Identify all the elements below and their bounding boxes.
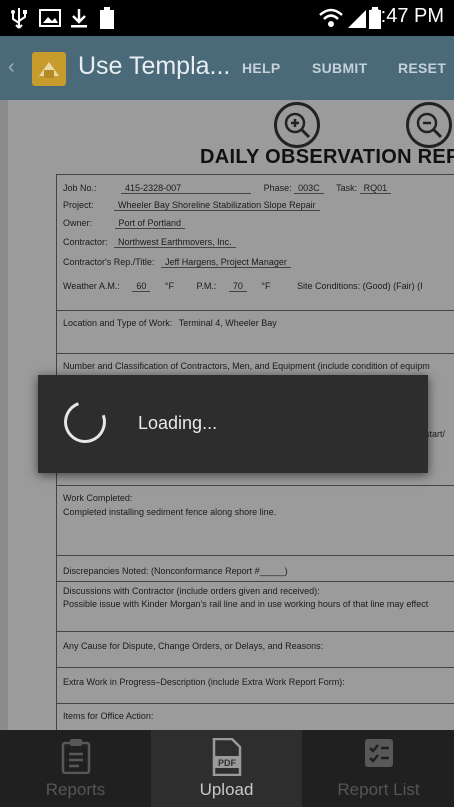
- discrepancies-label: Discrepancies Noted: (Nonconformance Rep…: [63, 566, 288, 576]
- job-no-value[interactable]: 415-2328-007: [121, 183, 252, 194]
- tab-upload[interactable]: PDF Upload: [151, 730, 302, 807]
- download-icon: [68, 6, 90, 30]
- image-icon: [38, 6, 62, 30]
- rep-label: Contractor's Rep./Title:: [63, 257, 155, 267]
- weather-row: Weather A.M.: 60 °F P.M.: 70 °F Site Con…: [63, 281, 423, 292]
- divider: [57, 667, 454, 668]
- rep-value[interactable]: Jeff Hargens, Project Manager: [160, 257, 291, 268]
- phase-label: Phase:: [263, 183, 292, 193]
- weather-am-label: Weather A.M.:: [63, 281, 120, 291]
- dispute-label: Any Cause for Dispute, Change Orders, or…: [63, 641, 324, 651]
- project-value[interactable]: Wheeler Bay Shoreline Stabilization Slop…: [114, 200, 320, 211]
- office-action-label: Items for Office Action:: [63, 711, 154, 721]
- submit-button[interactable]: SUBMIT: [312, 60, 367, 76]
- job-no-label: Job No.:: [63, 183, 97, 193]
- tab-report-list-label: Report List: [337, 780, 420, 799]
- tab-upload-label: Upload: [199, 780, 254, 799]
- page-title: Use Templa...: [78, 52, 231, 80]
- divider: [57, 581, 454, 582]
- rep-row: Contractor's Rep./Title: Jeff Hargens, P…: [63, 257, 291, 268]
- unit-f-am: °F: [164, 281, 175, 291]
- weather-pm-value[interactable]: 70: [228, 281, 247, 292]
- loading-spinner-icon: [57, 394, 113, 450]
- job-row: Job No.: 415-2328-007 Phase: 003C Task: …: [63, 183, 392, 194]
- location-label: Location and Type of Work:: [63, 318, 173, 328]
- svg-text:PDF: PDF: [218, 758, 237, 768]
- zoom-out-icon[interactable]: [406, 102, 452, 148]
- unit-f-pm: °F: [261, 281, 271, 291]
- wifi-icon: [318, 6, 344, 30]
- owner-row: Owner: Port of Portland: [63, 218, 186, 229]
- location-row: Location and Type of Work: Terminal 4, W…: [63, 318, 277, 328]
- start-fragment: start/: [425, 429, 446, 439]
- action-bar: ‹ Use Templa... HELP SUBMIT RESET: [0, 36, 454, 100]
- project-row: Project: Wheeler Bay Shoreline Stabiliza…: [63, 200, 320, 211]
- task-label: Task:: [336, 183, 358, 193]
- contractor-row: Contractor: Northwest Earthmovers, Inc.: [63, 237, 236, 248]
- discussions-value[interactable]: Possible issue with Kinder Morgan's rail…: [63, 599, 428, 609]
- loading-dialog: Loading...: [38, 375, 428, 473]
- document-title: DAILY OBSERVATION REPO: [200, 146, 454, 168]
- work-label: Work Completed:: [63, 493, 133, 503]
- divider: [57, 353, 454, 354]
- checklist-icon: [364, 738, 394, 773]
- divider: [57, 485, 454, 486]
- extra-work-label: Extra Work in Progress–Description (incl…: [63, 677, 345, 687]
- task-value[interactable]: RQ01: [359, 183, 392, 194]
- help-button[interactable]: HELP: [242, 60, 281, 76]
- reset-button[interactable]: RESET: [398, 60, 446, 76]
- app-logo-icon[interactable]: [32, 52, 66, 86]
- weather-pm-label: P.M.:: [196, 281, 217, 291]
- battery-icon: [98, 6, 116, 30]
- contractor-value[interactable]: Northwest Earthmovers, Inc.: [114, 237, 236, 248]
- owner-label: Owner:: [63, 218, 93, 228]
- tab-reports[interactable]: Reports: [0, 730, 151, 807]
- divider: [57, 703, 454, 704]
- pdf-icon: PDF: [211, 737, 243, 781]
- clock: 2:47 PM: [369, 5, 444, 27]
- work-value[interactable]: Completed installing sediment fence alon…: [63, 507, 276, 517]
- back-chevron-icon[interactable]: ‹: [8, 56, 15, 79]
- weather-am-value[interactable]: 60: [132, 281, 151, 292]
- phase-value[interactable]: 003C: [294, 183, 324, 194]
- site-conditions: Site Conditions: (Good) (Fair) (I: [297, 281, 423, 291]
- clipboard-icon: [61, 738, 91, 779]
- location-value[interactable]: Terminal 4, Wheeler Bay: [179, 318, 277, 328]
- discussions-label: Discussions with Contractor (include ord…: [63, 586, 320, 596]
- contractor-label: Contractor:: [63, 237, 108, 247]
- project-label: Project:: [63, 200, 94, 210]
- usb-icon: [8, 6, 30, 30]
- zoom-in-icon[interactable]: [274, 102, 320, 148]
- signal-icon: [346, 6, 368, 30]
- loading-text: Loading...: [138, 413, 218, 433]
- tab-reports-label: Reports: [45, 780, 106, 799]
- bottom-nav: Reports PDF Upload Report List: [0, 730, 454, 807]
- divider: [57, 310, 454, 311]
- owner-value[interactable]: Port of Portland: [114, 218, 186, 229]
- status-bar: 2:47 PM: [0, 0, 454, 36]
- divider: [57, 555, 454, 556]
- divider: [57, 631, 454, 632]
- number-row: Number and Classification of Contractors…: [63, 361, 430, 371]
- tab-report-list[interactable]: Report List: [303, 730, 454, 807]
